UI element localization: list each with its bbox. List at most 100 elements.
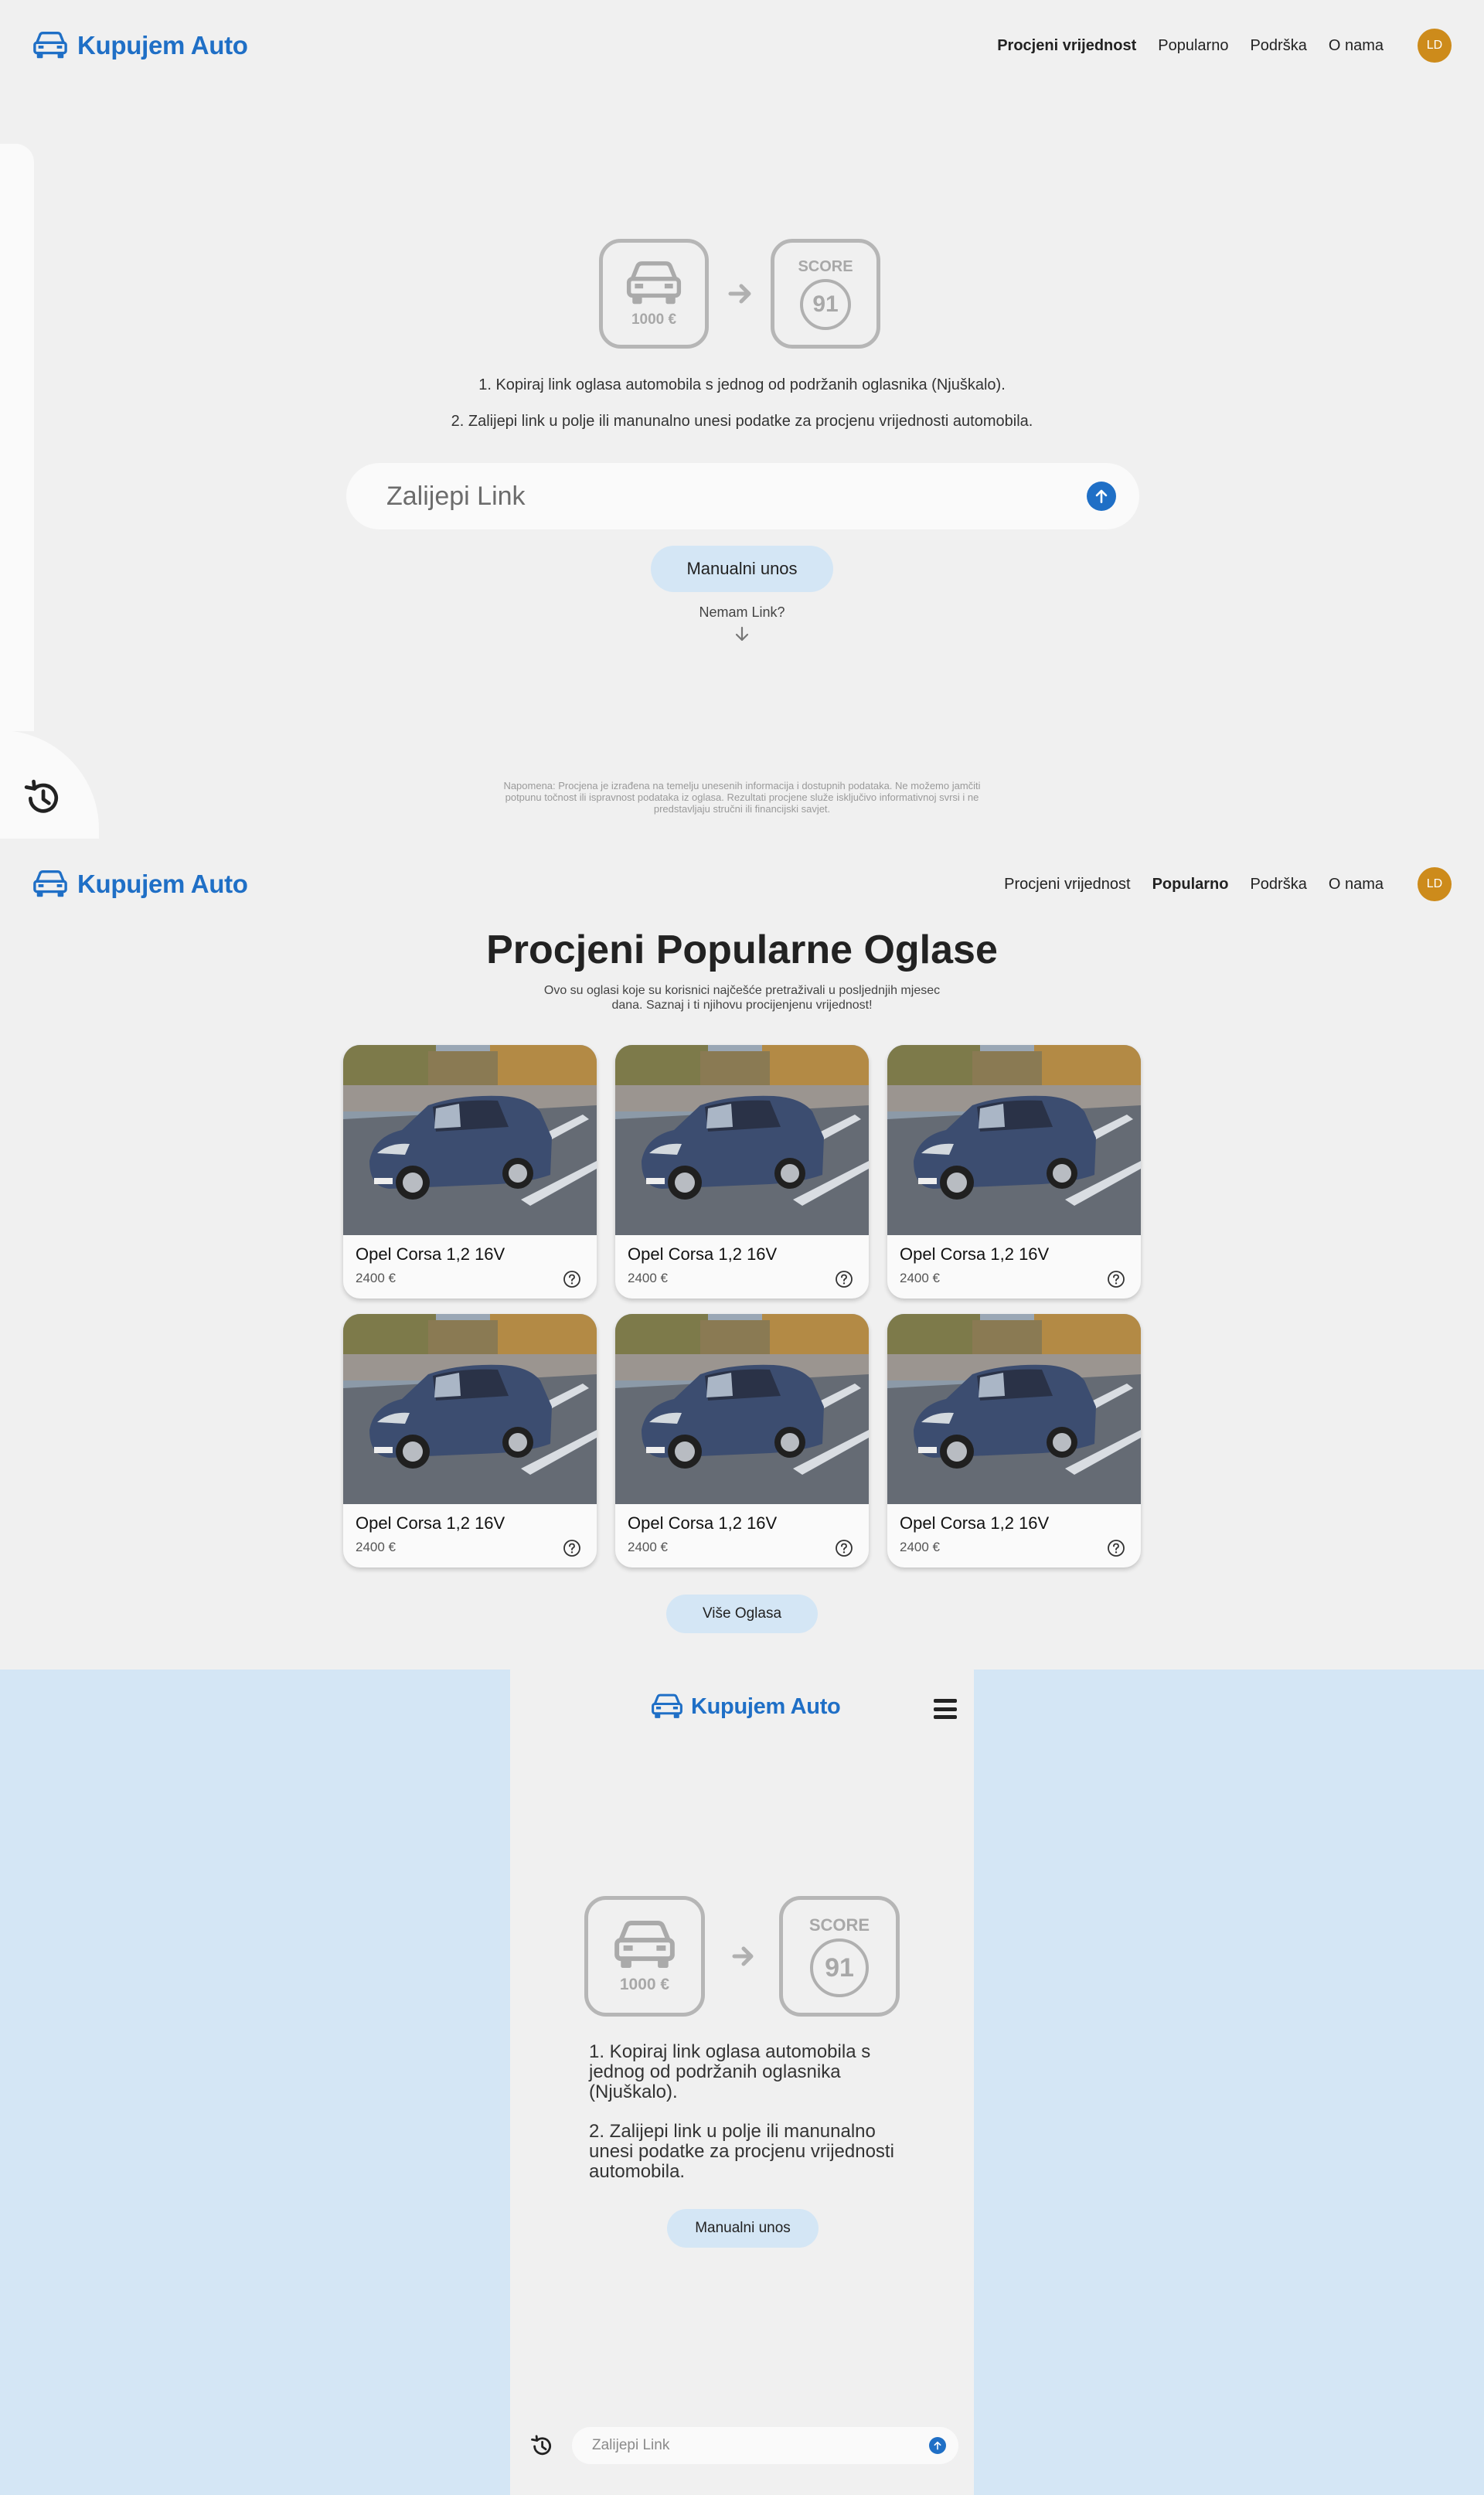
score-value: 91 (812, 291, 839, 317)
listing-title: Opel Corsa 1,2 16V (900, 1244, 1050, 1264)
brand-logo[interactable]: Kupujem Auto (651, 1693, 841, 1721)
instruction-step-1: 1. Kopiraj link oglasa automobila s jedn… (478, 376, 1006, 393)
instruction-step-2: 2. Zalijepi link u polje ili manunalno u… (451, 413, 1033, 430)
listing-card[interactable]: Opel Corsa 1,2 16V 2400 € (343, 1045, 597, 1299)
price-label: 1000 € (619, 1976, 670, 1993)
brand-name: Kupujem Auto (691, 1693, 841, 1719)
arrow-up-icon (1091, 486, 1111, 506)
brand-logo[interactable]: Kupujem Auto (32, 869, 248, 900)
main-nav: Procjeni vrijednost Popularno Podrška O … (1004, 867, 1452, 901)
score-box: SCORE 91 (771, 239, 880, 349)
valuation-illustration: 1000 € SCORE 91 (599, 239, 880, 349)
nav-item-procjeni[interactable]: Procjeni vrijednost (997, 37, 1136, 55)
link-bar (346, 463, 1139, 529)
disclaimer: Napomena: Procjena je izrađena na temelj… (503, 780, 981, 815)
popular-subtitle: Ovo su oglasi koje su korisnici najčešće… (543, 984, 941, 1012)
listing-title: Opel Corsa 1,2 16V (628, 1244, 778, 1264)
score-value: 91 (825, 1952, 854, 1983)
listing-price: 2400 € (900, 1271, 940, 1285)
nav-item-popularno[interactable]: Popularno (1158, 37, 1228, 55)
listing-price: 2400 € (900, 1540, 940, 1554)
more-listings-button[interactable]: Više Oglasa (666, 1595, 818, 1633)
valuation-illustration: 1000 € SCORE 91 (584, 1896, 900, 2017)
listing-card[interactable]: Opel Corsa 1,2 16V 2400 € (887, 1314, 1141, 1567)
manual-entry-button[interactable]: Manualni unos (667, 2209, 819, 2248)
history-icon[interactable] (530, 2435, 553, 2458)
car-icon (651, 1693, 683, 1721)
avatar[interactable]: LD (1418, 867, 1452, 901)
link-bar (572, 2427, 958, 2464)
listing-grid: Opel Corsa 1,2 16V 2400 € Opel Corsa 1,2… (343, 1045, 1141, 1567)
car-photo (615, 1045, 869, 1235)
popular-header: Kupujem Auto Procjeni vrijednost Popular… (0, 839, 1484, 930)
car-photo (887, 1314, 1141, 1504)
nav-item-o-nama[interactable]: O nama (1329, 37, 1384, 55)
listing-card[interactable]: Opel Corsa 1,2 16V 2400 € (615, 1045, 869, 1299)
info-icon[interactable] (1107, 1270, 1125, 1288)
nav-item-podrska[interactable]: Podrška (1250, 876, 1306, 894)
listing-card[interactable]: Opel Corsa 1,2 16V 2400 € (887, 1045, 1141, 1299)
score-box: SCORE 91 (779, 1896, 900, 2017)
info-icon[interactable] (835, 1270, 853, 1288)
arrow-up-icon (931, 2439, 944, 2452)
mobile-link-bar (510, 2419, 974, 2473)
listing-title: Opel Corsa 1,2 16V (900, 1513, 1050, 1533)
info-icon[interactable] (835, 1539, 853, 1557)
submit-link-button[interactable] (1087, 482, 1116, 511)
avatar[interactable]: LD (1418, 29, 1452, 63)
mobile-frame: Kupujem Auto 1000 € SCORE 91 1. Kopiraj … (510, 1670, 974, 2495)
listing-price: 2400 € (628, 1271, 668, 1285)
listing-price: 2400 € (356, 1271, 396, 1285)
no-link-link[interactable]: Nemam Link? (0, 604, 1484, 621)
top-header: Kupujem Auto Procjeni vrijednost Popular… (0, 0, 1484, 91)
score-circle: 91 (800, 278, 851, 330)
listing-price: 2400 € (356, 1540, 396, 1554)
mobile-preview-section: Kupujem Auto 1000 € SCORE 91 1. Kopiraj … (0, 1670, 1484, 2495)
link-input[interactable] (386, 481, 1067, 512)
brand-name: Kupujem Auto (77, 870, 248, 898)
info-icon[interactable] (563, 1539, 581, 1557)
car-photo (615, 1314, 869, 1504)
link-input[interactable] (592, 2437, 917, 2454)
arrow-down-icon[interactable] (734, 626, 750, 643)
price-box: 1000 € (584, 1896, 705, 2017)
arrow-right-icon (728, 284, 751, 304)
car-icon (625, 259, 682, 308)
instruction-step-1: 1. Kopiraj link oglasa automobila s jedn… (589, 2041, 871, 2102)
submit-link-button[interactable] (929, 2437, 946, 2454)
price-label: 1000 € (631, 311, 677, 328)
popular-title: Procjeni Popularne Oglase (486, 928, 998, 972)
nav-item-popularno[interactable]: Popularno (1152, 876, 1229, 894)
car-icon (32, 30, 68, 61)
car-icon (32, 869, 68, 900)
listing-title: Opel Corsa 1,2 16V (356, 1513, 505, 1533)
home-section: Kupujem Auto Procjeni vrijednost Popular… (0, 0, 1484, 839)
score-circle: 91 (810, 1938, 869, 1997)
manual-entry-button[interactable]: Manualni unos (651, 546, 833, 592)
nav-item-procjeni[interactable]: Procjeni vrijednost (1004, 876, 1130, 894)
brand-name: Kupujem Auto (77, 31, 248, 60)
history-icon[interactable] (23, 779, 62, 818)
brand-logo[interactable]: Kupujem Auto (32, 30, 248, 61)
car-photo (343, 1045, 597, 1235)
nav-item-podrska[interactable]: Podrška (1250, 37, 1306, 55)
hamburger-menu-icon[interactable] (934, 1699, 957, 1719)
info-icon[interactable] (563, 1270, 581, 1288)
car-photo (343, 1314, 597, 1504)
car-icon (613, 1918, 676, 1973)
listing-card[interactable]: Opel Corsa 1,2 16V 2400 € (343, 1314, 597, 1567)
score-label: SCORE (798, 257, 853, 275)
instruction-step-2: 2. Zalijepi link u polje ili manunalno u… (589, 2121, 894, 2182)
arrow-right-icon (732, 1946, 754, 1966)
info-icon[interactable] (1107, 1539, 1125, 1557)
score-label: SCORE (808, 1915, 870, 1935)
car-photo (887, 1045, 1141, 1235)
side-panel (0, 144, 34, 731)
listing-title: Opel Corsa 1,2 16V (356, 1244, 505, 1264)
nav-item-o-nama[interactable]: O nama (1329, 876, 1384, 894)
popular-section: Kupujem Auto Procjeni vrijednost Popular… (0, 839, 1484, 1670)
main-nav: Procjeni vrijednost Popularno Podrška O … (997, 29, 1452, 63)
listing-title: Opel Corsa 1,2 16V (628, 1513, 778, 1533)
listing-price: 2400 € (628, 1540, 668, 1554)
listing-card[interactable]: Opel Corsa 1,2 16V 2400 € (615, 1314, 869, 1567)
